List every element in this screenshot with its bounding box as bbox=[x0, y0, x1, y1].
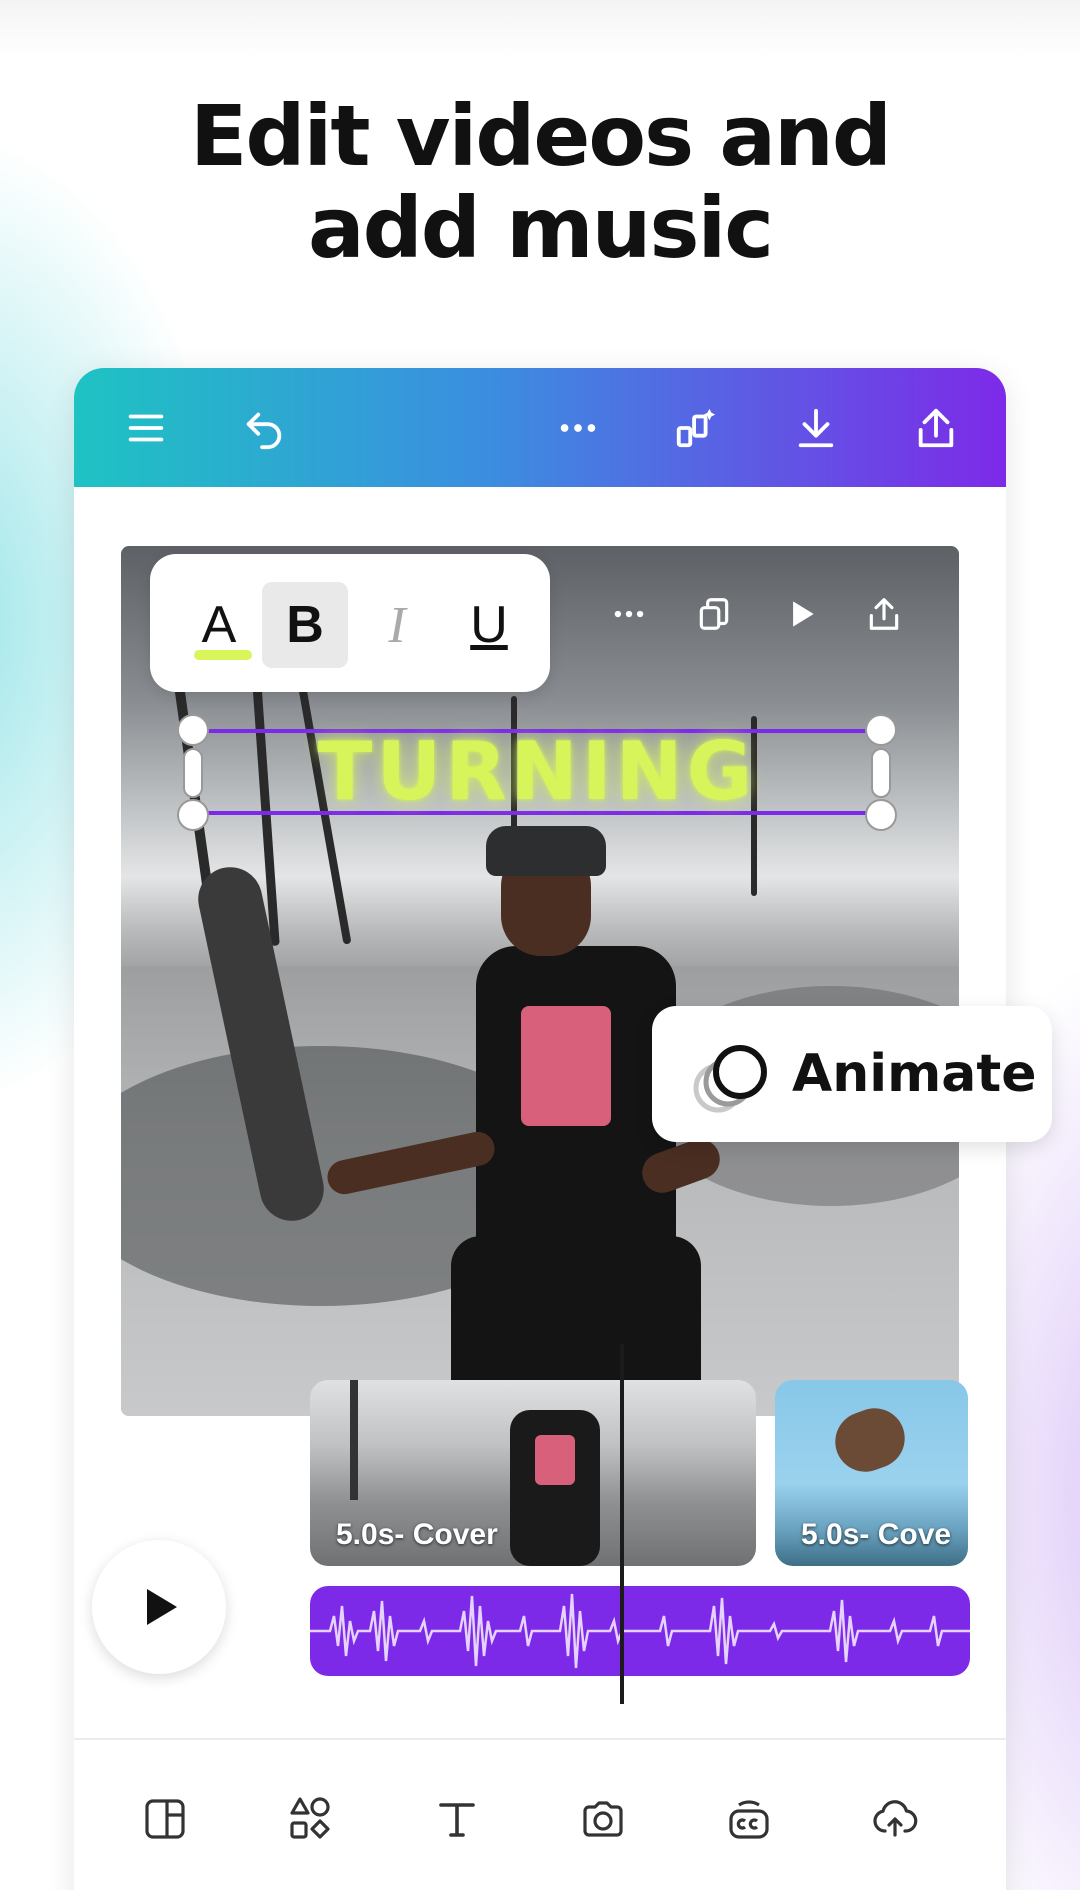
play-icon bbox=[147, 1589, 177, 1625]
play-button[interactable] bbox=[92, 1540, 226, 1674]
menu-icon[interactable] bbox=[114, 396, 178, 460]
italic-button[interactable]: I bbox=[354, 582, 440, 668]
camera-icon[interactable] bbox=[568, 1784, 638, 1854]
animate-icon bbox=[693, 1045, 767, 1113]
clip-thumb-person bbox=[510, 1410, 600, 1566]
timeline-clip[interactable]: 5.0s- Cover bbox=[310, 1380, 756, 1566]
resize-handle-bottom-left[interactable] bbox=[177, 799, 209, 831]
duplicate-icon[interactable] bbox=[686, 586, 742, 642]
selected-text[interactable]: TURNING bbox=[193, 732, 881, 812]
underline-button[interactable]: U bbox=[446, 582, 532, 668]
resize-handle-bottom-right[interactable] bbox=[865, 799, 897, 831]
clip-thumb-palm bbox=[350, 1380, 358, 1500]
clip-duration-label: 5.0s- Cove bbox=[801, 1518, 952, 1551]
text-icon[interactable] bbox=[422, 1784, 492, 1854]
person-hat bbox=[486, 826, 606, 876]
bottom-divider bbox=[74, 1738, 1006, 1740]
resize-handle-top-left[interactable] bbox=[177, 714, 209, 746]
audio-track[interactable] bbox=[310, 1586, 970, 1676]
upload-icon[interactable] bbox=[860, 1784, 930, 1854]
timeline-clip[interactable]: 5.0s- Cove bbox=[775, 1380, 968, 1566]
editor-topbar bbox=[74, 368, 1006, 487]
audio-waveform bbox=[310, 1593, 970, 1669]
design-icon[interactable] bbox=[130, 1784, 200, 1854]
undo-icon[interactable] bbox=[232, 396, 296, 460]
shirt-graphic bbox=[521, 1006, 611, 1126]
headline: Edit videos and add music bbox=[0, 90, 1080, 274]
text-color-button[interactable]: A bbox=[176, 582, 262, 668]
resize-handle-top-right[interactable] bbox=[865, 714, 897, 746]
bold-button[interactable]: B bbox=[262, 582, 348, 668]
play-preview-icon[interactable] bbox=[773, 586, 829, 642]
animate-button[interactable]: Animate bbox=[652, 1006, 1052, 1142]
export-icon[interactable] bbox=[856, 586, 912, 642]
clip-duration-label: 5.0s- Cover bbox=[336, 1518, 498, 1551]
headline-line-2: add music bbox=[307, 179, 774, 277]
resize-handle-right[interactable] bbox=[871, 748, 891, 798]
more-icon[interactable] bbox=[546, 396, 610, 460]
text-format-bar: A B I U bbox=[150, 554, 550, 692]
animate-label: Animate bbox=[792, 1044, 1037, 1104]
elements-icon[interactable] bbox=[275, 1784, 345, 1854]
magic-resize-icon[interactable] bbox=[664, 396, 728, 460]
resize-handle-left[interactable] bbox=[183, 748, 203, 798]
headline-line-1: Edit videos and bbox=[190, 87, 892, 185]
download-icon[interactable] bbox=[784, 396, 848, 460]
captions-icon[interactable] bbox=[714, 1784, 784, 1854]
element-more-icon[interactable] bbox=[601, 586, 657, 642]
text-color-swatch bbox=[194, 650, 252, 660]
clip-thumb-graphic bbox=[535, 1435, 575, 1485]
share-icon[interactable] bbox=[904, 396, 968, 460]
text-color-label: A bbox=[201, 596, 237, 654]
clip-thumb-jumper bbox=[826, 1399, 914, 1481]
playhead[interactable] bbox=[620, 1344, 624, 1704]
